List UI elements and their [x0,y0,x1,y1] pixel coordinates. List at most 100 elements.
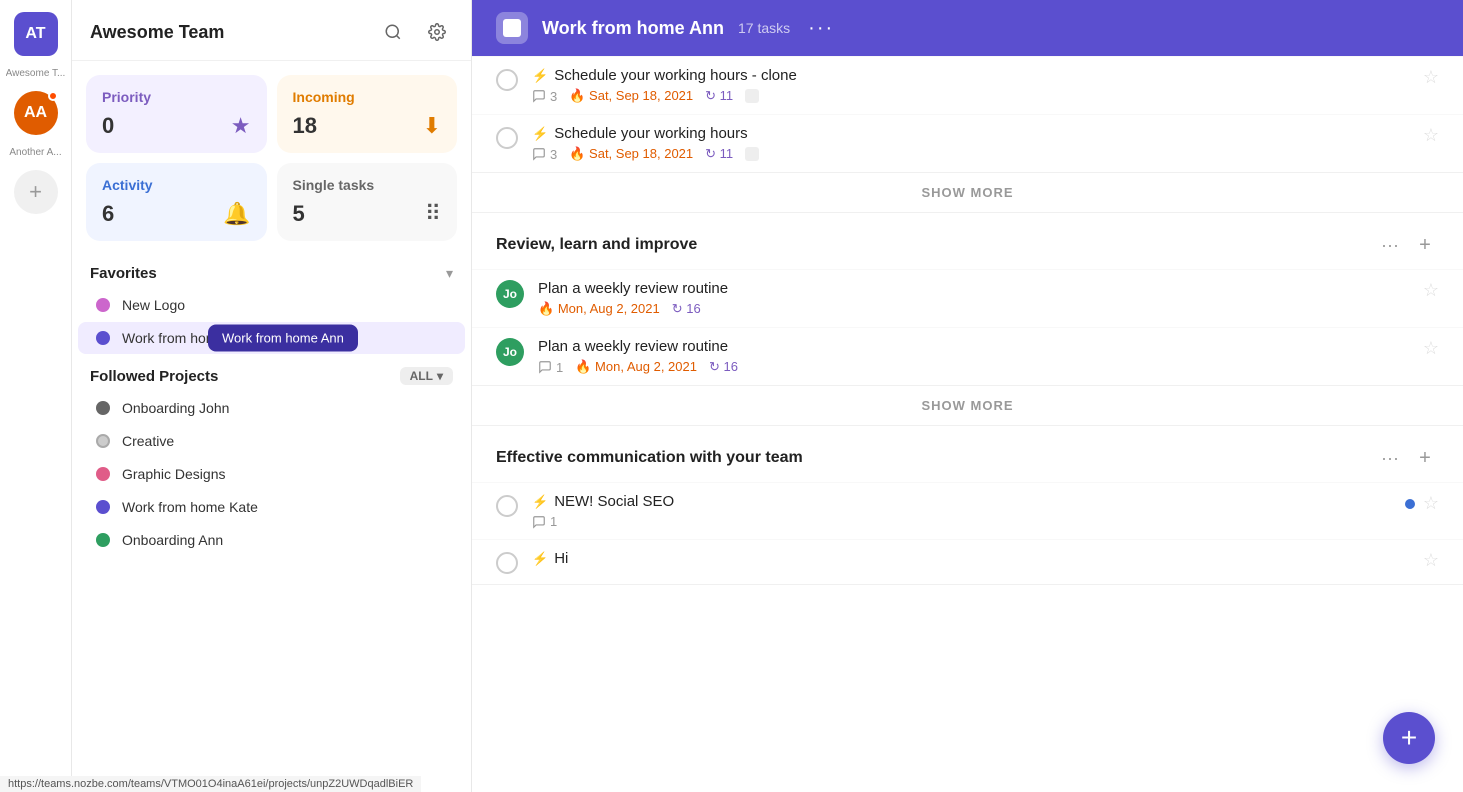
task-checkbox[interactable] [496,127,518,149]
user-avatar[interactable]: AA [14,91,58,135]
nav-label-graphic-designs: Graphic Designs [122,466,226,482]
nav-label-work-from-home-kate: Work from home Kate [122,499,258,515]
inbox-icon: ⬇ [423,113,441,139]
task-meta: 3 🔥 Sat, Sep 18, 2021 ↻ 11 [532,88,1409,104]
task-date: 🔥 Sat, Sep 18, 2021 [569,146,693,162]
star-button[interactable]: ☆ [1423,550,1439,571]
star-icon: ★ [231,113,251,139]
task-meta: 🔥 Mon, Aug 2, 2021 ↻ 16 [538,301,1409,317]
star-button[interactable]: ☆ [1423,493,1439,514]
favorites-title: Favorites [90,265,157,282]
task-avatar: Jo [496,280,524,308]
task-date: 🔥 Mon, Aug 2, 2021 [575,359,697,375]
task-avatar: Jo [496,338,524,366]
star-button[interactable]: ☆ [1423,338,1439,359]
task-name: Schedule your working hours - clone [554,67,797,84]
priority-count: 0 [102,113,114,139]
chevron-down-icon: ▾ [437,369,443,383]
task-date: 🔥 Sat, Sep 18, 2021 [569,88,693,104]
sidebar-icons [377,16,453,48]
settings-button[interactable] [421,16,453,48]
work-from-home-tooltip: Work from home Ann [208,325,358,352]
task-recur: ↻ 16 [672,301,701,317]
sidebar-item-creative[interactable]: Creative [78,425,465,457]
task-comment-count: 3 [532,147,557,162]
task-item[interactable]: Jo Plan a weekly review routine 1 🔥 Mon,… [472,327,1463,385]
task-tag [745,147,759,161]
notification-dot [48,91,58,101]
task-item[interactable]: ⚡ Schedule your working hours - clone 3 … [472,56,1463,114]
task-group-3-title: Effective communication with your team [496,449,803,467]
bell-icon: 🔔 [223,201,250,227]
nav-label-onboarding-ann: Onboarding Ann [122,532,223,548]
priority-card[interactable]: Priority 0 ★ [86,75,267,153]
task-body: Plan a weekly review routine 1 🔥 Mon, Au… [538,338,1409,375]
add-team-button[interactable]: + [14,170,58,214]
task-recur: ↻ 11 [705,88,733,104]
task-group-2-header: Review, learn and improve ··· + [472,213,1463,269]
favorites-collapse-btn[interactable]: ▾ [446,265,453,282]
incoming-label: Incoming [293,89,442,105]
task-body: ⚡ NEW! Social SEO 1 [532,493,1391,529]
sidebar-item-work-from-home[interactable]: Work from home Work from home Ann [78,322,465,354]
show-more-button-2[interactable]: SHOW MORE [472,385,1463,425]
task-name: Schedule your working hours [554,125,747,142]
task-comment-count: 1 [538,360,563,375]
team-label: Awesome T... [6,68,66,79]
all-filter-button[interactable]: ALL ▾ [400,367,453,385]
sidebar-item-onboarding-john[interactable]: Onboarding John [78,392,465,424]
project-title: Work from home Ann [542,18,724,39]
task-tag [745,89,759,103]
avatar-column: AT Awesome T... AA Another A... + [0,0,72,792]
search-button[interactable] [377,16,409,48]
content-header: Work from home Ann 17 tasks ··· [472,0,1463,56]
group-more-button-3[interactable]: ··· [1381,448,1399,469]
task-item[interactable]: ⚡ NEW! Social SEO 1 ☆ [472,482,1463,539]
priority-icon: ⚡ [532,551,548,567]
task-group-3: Effective communication with your team ·… [472,426,1463,585]
single-label: Single tasks [293,177,442,193]
sidebar-item-graphic-designs[interactable]: Graphic Designs [78,458,465,490]
task-recur: ↻ 16 [709,359,738,375]
nav-dot-graphic-designs [96,467,110,481]
activity-card[interactable]: Activity 6 🔔 [86,163,267,241]
task-checkbox[interactable] [496,69,518,91]
project-icon-inner [503,19,521,37]
group-add-button-3[interactable]: + [1411,444,1439,472]
team-avatar[interactable]: AT [14,12,58,56]
sidebar-item-new-logo[interactable]: New Logo [78,289,465,321]
activity-label: Activity [102,177,251,193]
group-add-button[interactable]: + [1411,231,1439,259]
show-more-button[interactable]: SHOW MORE [472,172,1463,212]
incoming-card[interactable]: Incoming 18 ⬇ [277,75,458,153]
sidebar-item-work-from-home-kate[interactable]: Work from home Kate [78,491,465,523]
dots-icon: ⠿ [425,201,441,227]
project-more-button[interactable]: ··· [808,17,834,40]
nav-label-onboarding-john: Onboarding John [122,400,229,416]
task-checkbox[interactable] [496,552,518,574]
task-body: ⚡ Hi [532,550,1409,571]
unread-dot [1405,499,1415,509]
task-name: Hi [554,550,568,567]
task-group-1: ⚡ Schedule your working hours - clone 3 … [472,56,1463,213]
task-item[interactable]: Jo Plan a weekly review routine 🔥 Mon, A… [472,269,1463,327]
task-group-2-title: Review, learn and improve [496,236,697,254]
sidebar-item-onboarding-ann[interactable]: Onboarding Ann [78,524,465,556]
task-comment-count: 1 [532,514,557,529]
fab-add-button[interactable]: + [1383,712,1435,764]
single-tasks-card[interactable]: Single tasks 5 ⠿ [277,163,458,241]
task-item[interactable]: ⚡ Schedule your working hours 3 🔥 Sat, S… [472,114,1463,172]
task-checkbox[interactable] [496,495,518,517]
star-button[interactable]: ☆ [1423,125,1439,146]
task-group-3-header: Effective communication with your team ·… [472,426,1463,482]
star-button[interactable]: ☆ [1423,280,1439,301]
task-meta: 1 🔥 Mon, Aug 2, 2021 ↻ 16 [538,359,1409,375]
favorites-section-header: Favorites ▾ [72,255,471,288]
task-item[interactable]: ⚡ Hi ☆ [472,539,1463,584]
nav-dot-onboarding-john [96,401,110,415]
star-button[interactable]: ☆ [1423,67,1439,88]
followed-projects-title: Followed Projects [90,368,218,385]
task-body: Plan a weekly review routine 🔥 Mon, Aug … [538,280,1409,317]
project-icon [496,12,528,44]
group-more-button[interactable]: ··· [1381,235,1399,256]
